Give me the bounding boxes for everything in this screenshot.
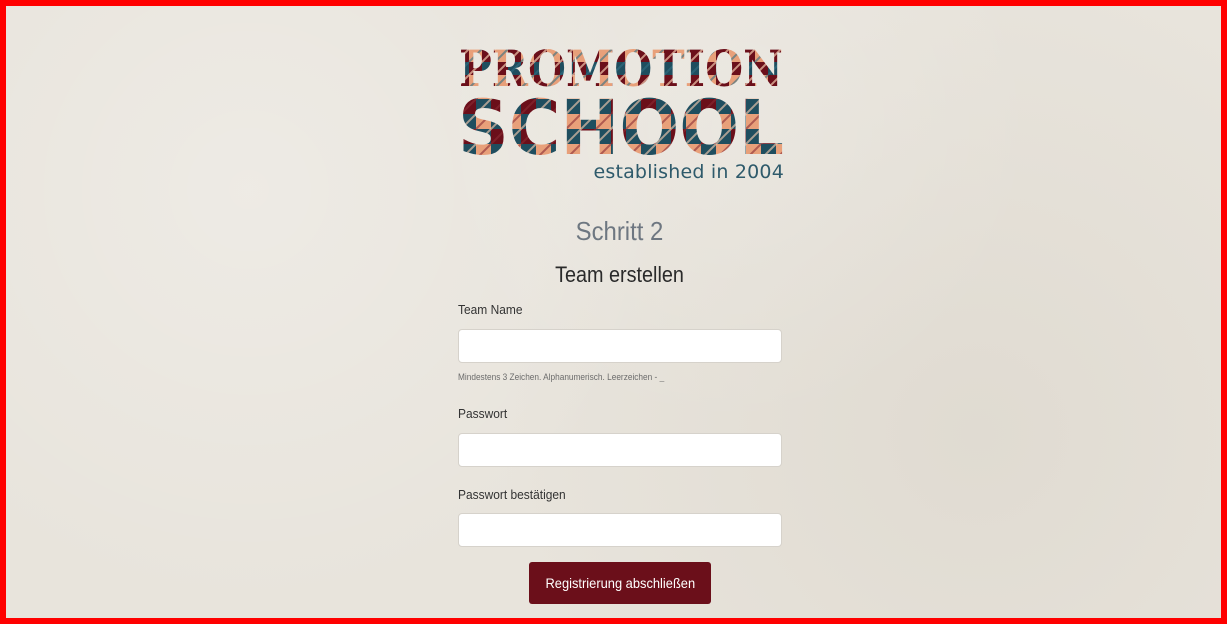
complete-registration-label: Registrierung abschließen: [545, 575, 695, 591]
password-input[interactable]: [458, 433, 782, 467]
step-title: Schritt 2: [575, 216, 664, 246]
logo-tagline: established in 2004: [593, 161, 784, 183]
page-frame: PROMOTION SCHOOL established in 2004 Sch…: [0, 0, 1227, 624]
password-confirm-label: Passwort bestätigen: [458, 487, 566, 502]
logo-line-school: SCHOOL: [458, 83, 784, 172]
complete-registration-button[interactable]: Registrierung abschließen: [529, 562, 711, 604]
team-name-label: Team Name: [458, 302, 523, 317]
team-name-input[interactable]: [458, 329, 782, 363]
password-confirm-input[interactable]: [458, 513, 782, 547]
password-label: Passwort: [458, 406, 508, 421]
team-name-hint: Mindestens 3 Zeichen. Alphanumerisch. Le…: [458, 372, 665, 382]
form-title: Team erstellen: [555, 262, 684, 287]
